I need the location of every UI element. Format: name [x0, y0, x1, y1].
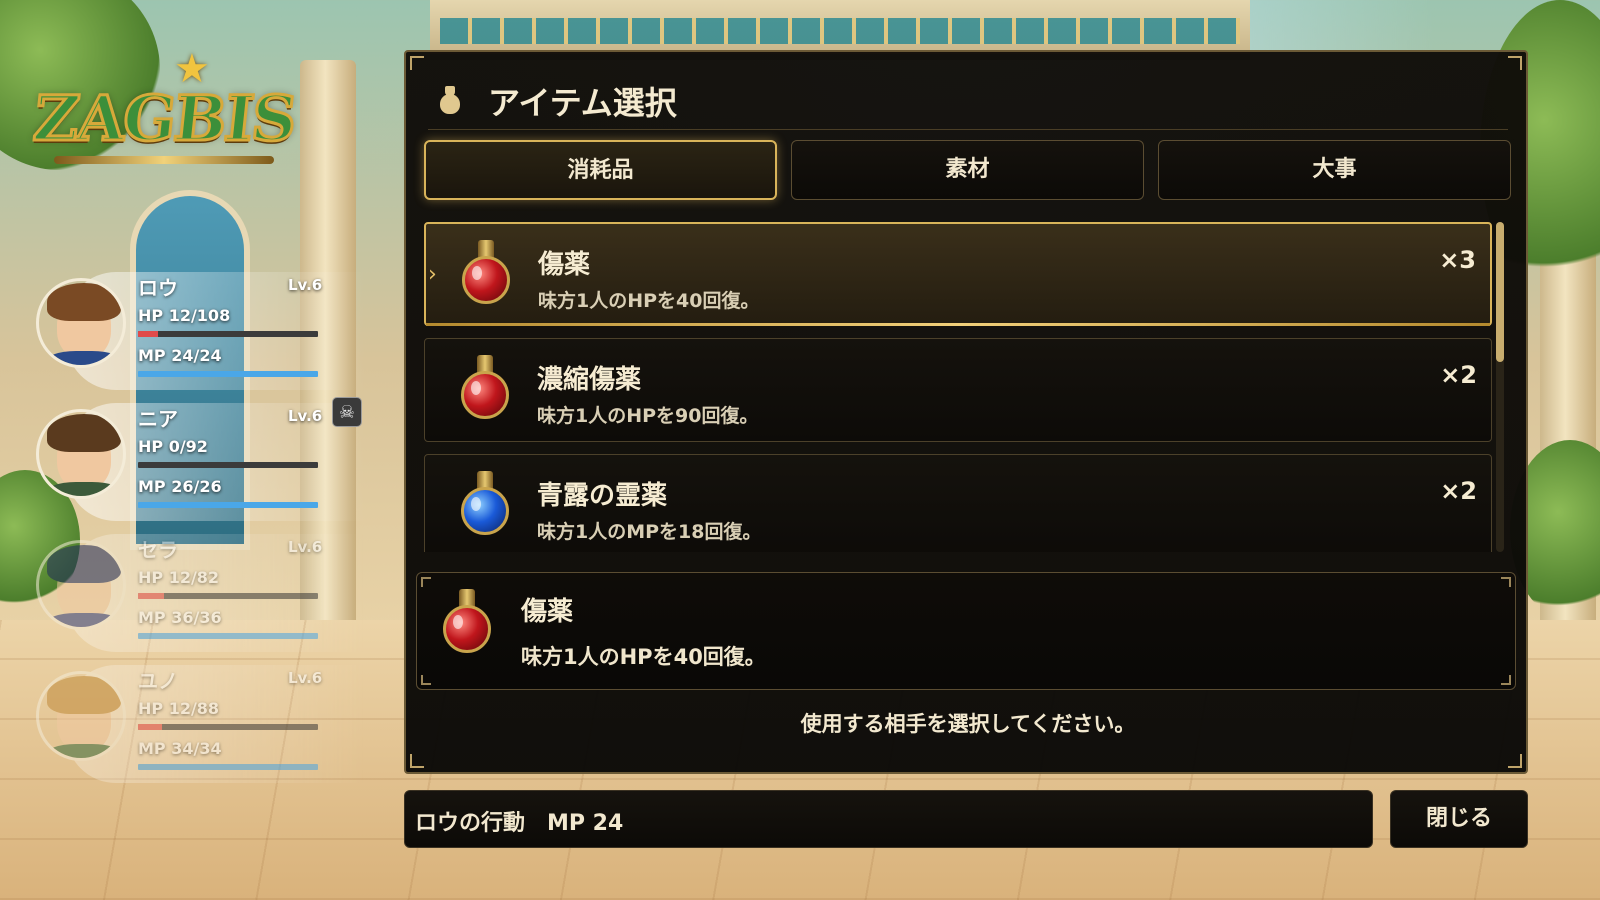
item-detail-panel: 傷薬 味方1人のHPを40回復。 — [416, 572, 1516, 690]
item-name: 青露の霊薬 — [537, 481, 668, 511]
item-row[interactable]: 濃縮傷薬 味方1人のHPを90回復。 ×2 — [424, 338, 1492, 442]
tab-consumables[interactable]: 消耗品 — [424, 140, 777, 200]
party-member[interactable]: ロウ Lv.6 HP 12/108 MP 24/24 — [36, 272, 376, 403]
action-status-bar: ロウの行動 MP 24 — [404, 790, 1373, 848]
game-logo: ★ ZAGBIS — [29, 46, 300, 172]
mp-bar — [138, 502, 318, 508]
item-category-tabs: 消耗品 素材 大事 — [424, 140, 1512, 200]
skull-icon: ☠ — [332, 397, 362, 427]
item-list-scrollbar[interactable] — [1496, 222, 1504, 552]
party-member[interactable]: ニア Lv.6 ☠ HP 0/92 MP 26/26 — [36, 397, 376, 534]
party-member[interactable]: セラ Lv.6 HP 12/82 MP 36/36 — [36, 534, 376, 665]
hp-bar-fill — [138, 331, 158, 337]
hp-bar — [138, 593, 318, 599]
tab-key-items[interactable]: 大事 — [1158, 140, 1511, 200]
item-description: 味方1人のHPを40回復。 — [538, 290, 760, 312]
member-hp: HP 12/108 — [138, 306, 231, 325]
mp-bar-fill — [138, 764, 318, 770]
scrollbar-thumb[interactable] — [1496, 222, 1504, 362]
member-mp: MP 24/24 — [138, 346, 222, 365]
item-description: 味方1人のMPを18回復。 — [537, 521, 762, 543]
item-quantity: ×3 — [1439, 246, 1476, 274]
member-hp: HP 0/92 — [138, 437, 208, 456]
dialog-title: アイテム選択 — [488, 84, 677, 122]
red-potion-icon — [455, 351, 515, 425]
detail-item-name: 傷薬 — [521, 597, 574, 627]
mp-bar-fill — [138, 502, 318, 508]
member-level: Lv.6 — [288, 538, 323, 556]
member-mp: MP 36/36 — [138, 608, 222, 627]
hp-bar-fill — [138, 724, 163, 730]
mp-bar — [138, 764, 318, 770]
member-level: Lv.6 — [288, 276, 323, 294]
item-name: 傷薬 — [538, 250, 591, 280]
blue-potion-icon — [455, 467, 515, 541]
hp-bar-fill — [138, 593, 165, 599]
background-tile-band — [440, 18, 1240, 44]
member-mp: MP 26/26 — [138, 477, 222, 496]
mp-bar — [138, 633, 318, 639]
action-status-text: ロウの行動 MP 24 — [415, 811, 624, 836]
member-name: ニア — [138, 407, 178, 431]
mp-bar — [138, 371, 318, 377]
item-select-dialog: アイテム選択 消耗品 素材 大事 › 傷薬 味方1人のHPを40回復。 ×3 濃… — [404, 50, 1528, 774]
avatar — [36, 409, 126, 499]
hp-bar — [138, 462, 318, 468]
member-hp: HP 12/88 — [138, 699, 220, 718]
red-potion-icon — [456, 236, 516, 310]
target-select-prompt: 使用する相手を選択してください。 — [800, 712, 1136, 736]
hp-bar — [138, 724, 318, 730]
red-potion-icon — [437, 585, 497, 659]
bag-icon — [438, 86, 462, 114]
member-mp: MP 34/34 — [138, 739, 222, 758]
avatar — [36, 540, 126, 630]
hp-bar — [138, 331, 318, 337]
item-row[interactable]: › 傷薬 味方1人のHPを40回復。 ×3 — [424, 222, 1492, 326]
tab-materials[interactable]: 素材 — [791, 140, 1144, 200]
member-level: Lv.6 — [288, 669, 323, 687]
logo-sword-bar — [54, 156, 274, 164]
item-list: › 傷薬 味方1人のHPを40回復。 ×3 濃縮傷薬 味方1人のHPを90回復。… — [424, 222, 1492, 552]
mp-bar-fill — [138, 633, 318, 639]
selection-caret-icon: › — [428, 262, 437, 287]
party-list: ロウ Lv.6 HP 12/108 MP 24/24 ニア Lv.6 ☠ HP … — [36, 272, 376, 796]
item-quantity: ×2 — [1440, 477, 1477, 505]
member-level: Lv.6 — [288, 407, 323, 425]
logo-text: ZAGBIS — [29, 81, 300, 157]
close-button[interactable]: 閉じる — [1390, 790, 1528, 848]
item-description: 味方1人のHPを90回復。 — [537, 405, 759, 427]
member-name: ロウ — [138, 276, 178, 300]
dialog-header: アイテム選択 — [428, 74, 1508, 130]
mp-bar-fill — [138, 371, 318, 377]
member-name: ユノ — [138, 669, 178, 693]
member-hp: HP 12/82 — [138, 568, 220, 587]
item-name: 濃縮傷薬 — [537, 365, 642, 395]
item-row[interactable]: 青露の霊薬 味方1人のMPを18回復。 ×2 — [424, 454, 1492, 552]
item-quantity: ×2 — [1440, 361, 1477, 389]
party-member[interactable]: ユノ Lv.6 HP 12/88 MP 34/34 — [36, 665, 376, 796]
avatar — [36, 671, 126, 761]
avatar — [36, 278, 126, 368]
detail-item-description: 味方1人のHPを40回復。 — [521, 645, 766, 669]
member-name: セラ — [138, 538, 178, 562]
